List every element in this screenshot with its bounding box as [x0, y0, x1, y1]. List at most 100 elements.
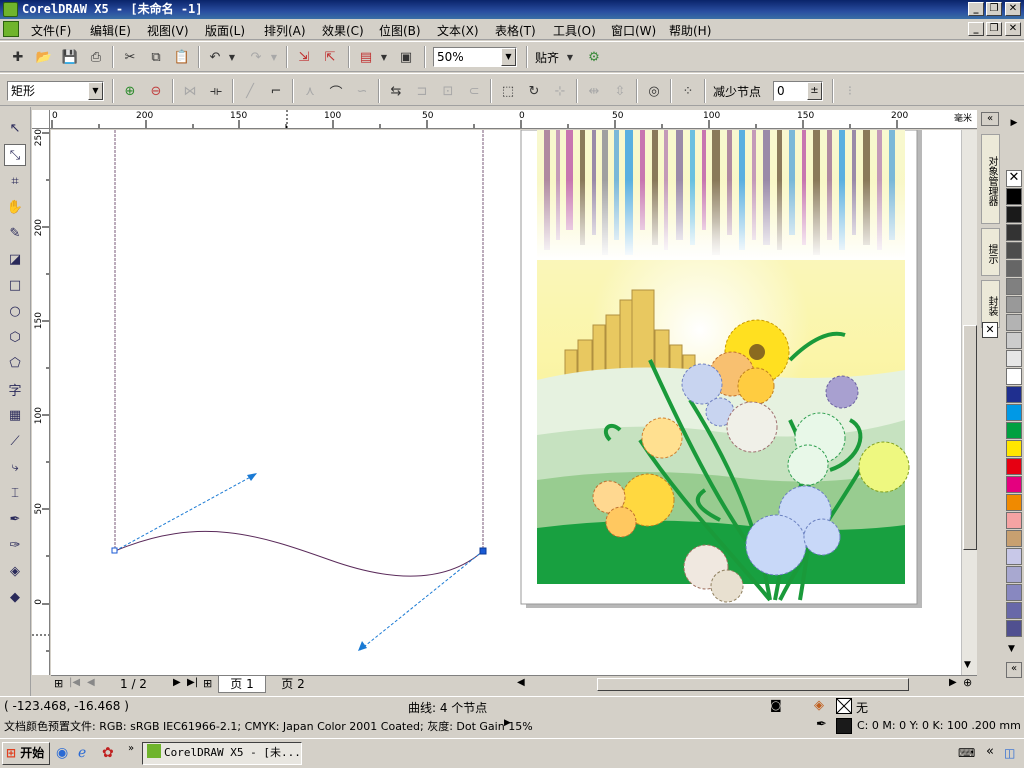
menu-tools[interactable]: 工具(O)	[553, 22, 596, 39]
prev-page-icon[interactable]: ◀	[87, 677, 95, 688]
dimension-tool-icon[interactable]: ⟋	[4, 430, 26, 452]
last-page-icon[interactable]: ▶|	[187, 677, 198, 688]
scroll-left-icon[interactable]: ◀	[517, 677, 525, 688]
outline-pen-icon[interactable]: ✒	[816, 717, 827, 732]
color-swatch[interactable]	[1006, 494, 1022, 511]
paste-icon[interactable]: 📋	[172, 47, 192, 67]
menu-text[interactable]: 文本(X)	[437, 22, 479, 39]
launcher-dropdown-icon[interactable]: ▼	[378, 47, 390, 67]
save-icon[interactable]: 💾	[60, 47, 80, 67]
elastic-mode-icon[interactable]: ◎	[644, 81, 664, 101]
palette-scroll-down-icon[interactable]: ▼	[1008, 644, 1015, 654]
color-swatch[interactable]	[1006, 620, 1022, 637]
collapse-docker-icon[interactable]: «	[981, 112, 999, 126]
symmetrical-node-icon[interactable]: ∽	[352, 81, 372, 101]
vertical-scroll-thumb[interactable]	[963, 325, 977, 550]
reflect-vertical-icon[interactable]: ⇳	[610, 81, 630, 101]
curve-smoothness-icon[interactable]: ⁝	[840, 81, 860, 101]
ellipse-tool-icon[interactable]: ○	[4, 300, 26, 322]
select-all-nodes-icon[interactable]: ⁘	[678, 81, 698, 101]
print-icon[interactable]: ⎙	[86, 47, 106, 67]
polygon-tool-icon[interactable]: ⬡	[4, 326, 26, 348]
scroll-right-icon[interactable]: ▶	[949, 677, 957, 688]
align-nodes-icon[interactable]: ⊹	[550, 81, 570, 101]
color-swatch[interactable]	[1006, 512, 1022, 529]
navigator-icon[interactable]: ⊕	[963, 676, 972, 689]
redo-icon[interactable]: ↷	[246, 47, 266, 67]
ruler-origin[interactable]	[32, 110, 50, 129]
reflect-horizontal-icon[interactable]: ⇹	[584, 81, 604, 101]
vertical-ruler[interactable]: 250 200 150 100 50 0	[32, 129, 50, 675]
color-swatch[interactable]	[1006, 368, 1022, 385]
convert-to-curve-icon[interactable]: ⌐	[266, 81, 286, 101]
menu-file[interactable]: 文件(F)	[31, 22, 71, 39]
color-swatch[interactable]	[1006, 476, 1022, 493]
smooth-node-icon[interactable]: ⌒	[326, 81, 346, 101]
quicklaunch-more-icon[interactable]: »	[128, 743, 134, 754]
options-icon[interactable]: ⚙	[584, 47, 604, 67]
color-swatch[interactable]	[1006, 404, 1022, 421]
docker-tab-hints[interactable]: 提示	[981, 228, 1000, 276]
color-swatch[interactable]	[1006, 278, 1022, 295]
crop-tool-icon[interactable]: ⌗	[4, 170, 26, 192]
export-icon[interactable]: ⇱	[320, 47, 340, 67]
table-tool-icon[interactable]: ▦	[4, 404, 26, 426]
outline-pen-tool-icon[interactable]: ✑	[4, 534, 26, 556]
join-nodes-icon[interactable]: ⋈	[180, 81, 200, 101]
color-proof-icon[interactable]: ◙	[770, 698, 782, 712]
color-swatch[interactable]	[1006, 422, 1022, 439]
close-button[interactable]: ✕	[1005, 2, 1021, 16]
smart-fill-tool-icon[interactable]: ◪	[4, 248, 26, 270]
next-page-icon[interactable]: ▶	[173, 677, 181, 688]
ie-icon[interactable]: ℯ	[78, 745, 86, 761]
close-curve-icon[interactable]: ⊂	[464, 81, 484, 101]
chevron-down-icon[interactable]: ▼	[88, 82, 103, 100]
menu-layout[interactable]: 版面(L)	[205, 22, 245, 39]
rectangle-tool-icon[interactable]: □	[4, 274, 26, 296]
start-button[interactable]: ⊞ 开始	[2, 742, 50, 765]
horizontal-ruler[interactable]: 0 200 150 100 50 0 50 100 150 200 毫米	[50, 110, 977, 129]
horizontal-scroll-thumb[interactable]	[597, 678, 909, 691]
fill-tool-icon[interactable]: ◈	[4, 560, 26, 582]
menu-effects[interactable]: 效果(C)	[322, 22, 364, 39]
copy-icon[interactable]: ⧉	[146, 47, 166, 67]
welcome-screen-icon[interactable]: ▣	[396, 47, 416, 67]
cut-icon[interactable]: ✂	[120, 47, 140, 67]
minimize-button[interactable]: _	[968, 2, 984, 16]
document-icon[interactable]	[3, 21, 19, 37]
first-page-icon[interactable]: |◀	[69, 677, 80, 688]
color-swatch[interactable]	[1006, 548, 1022, 565]
docker-tab-object-manager[interactable]: 对象管理器	[981, 134, 1000, 224]
color-swatch[interactable]	[1006, 350, 1022, 367]
vertical-scrollbar[interactable]: ▼	[961, 130, 977, 675]
import-icon[interactable]: ⇲	[294, 47, 314, 67]
quicklaunch-app-icon[interactable]: ✿	[102, 745, 114, 761]
no-color-swatch[interactable]: ✕	[1006, 170, 1022, 187]
color-swatch[interactable]	[1006, 224, 1022, 241]
eyedropper-tool-icon[interactable]: ✒	[4, 508, 26, 530]
color-swatch[interactable]	[1006, 188, 1022, 205]
menu-window[interactable]: 窗口(W)	[611, 22, 656, 39]
tab-page-2[interactable]: 页 2	[269, 676, 317, 693]
chevron-down-icon[interactable]: ▼	[501, 48, 516, 66]
text-tool-icon[interactable]: 字	[4, 378, 26, 400]
color-swatch[interactable]	[1006, 206, 1022, 223]
reduce-nodes-input[interactable]: 0 ±	[773, 81, 823, 101]
redo-dropdown-icon[interactable]: ▼	[268, 47, 280, 67]
color-swatch[interactable]	[1006, 242, 1022, 259]
color-swatch[interactable]	[1006, 458, 1022, 475]
node-handle-selected[interactable]	[479, 547, 487, 555]
extend-curve-icon[interactable]: ⊐	[412, 81, 432, 101]
add-node-icon[interactable]: ⊕	[120, 81, 140, 101]
outline-color-swatch[interactable]	[836, 718, 852, 734]
expand-arrow-icon[interactable]: ▶	[504, 718, 511, 728]
spinner-icon[interactable]: ±	[807, 82, 822, 100]
keyboard-tray-icon[interactable]: ⌨	[958, 746, 975, 760]
browser-icon[interactable]: ◉	[56, 745, 68, 761]
bezier-curve[interactable]	[114, 530, 484, 577]
tray-expand-icon[interactable]: «	[986, 744, 994, 759]
basic-shapes-tool-icon[interactable]: ⬠	[4, 352, 26, 374]
pick-tool-icon[interactable]: ↖	[4, 117, 26, 139]
freehand-tool-icon[interactable]: ✎	[4, 222, 26, 244]
cusp-node-icon[interactable]: ⋏	[300, 81, 320, 101]
